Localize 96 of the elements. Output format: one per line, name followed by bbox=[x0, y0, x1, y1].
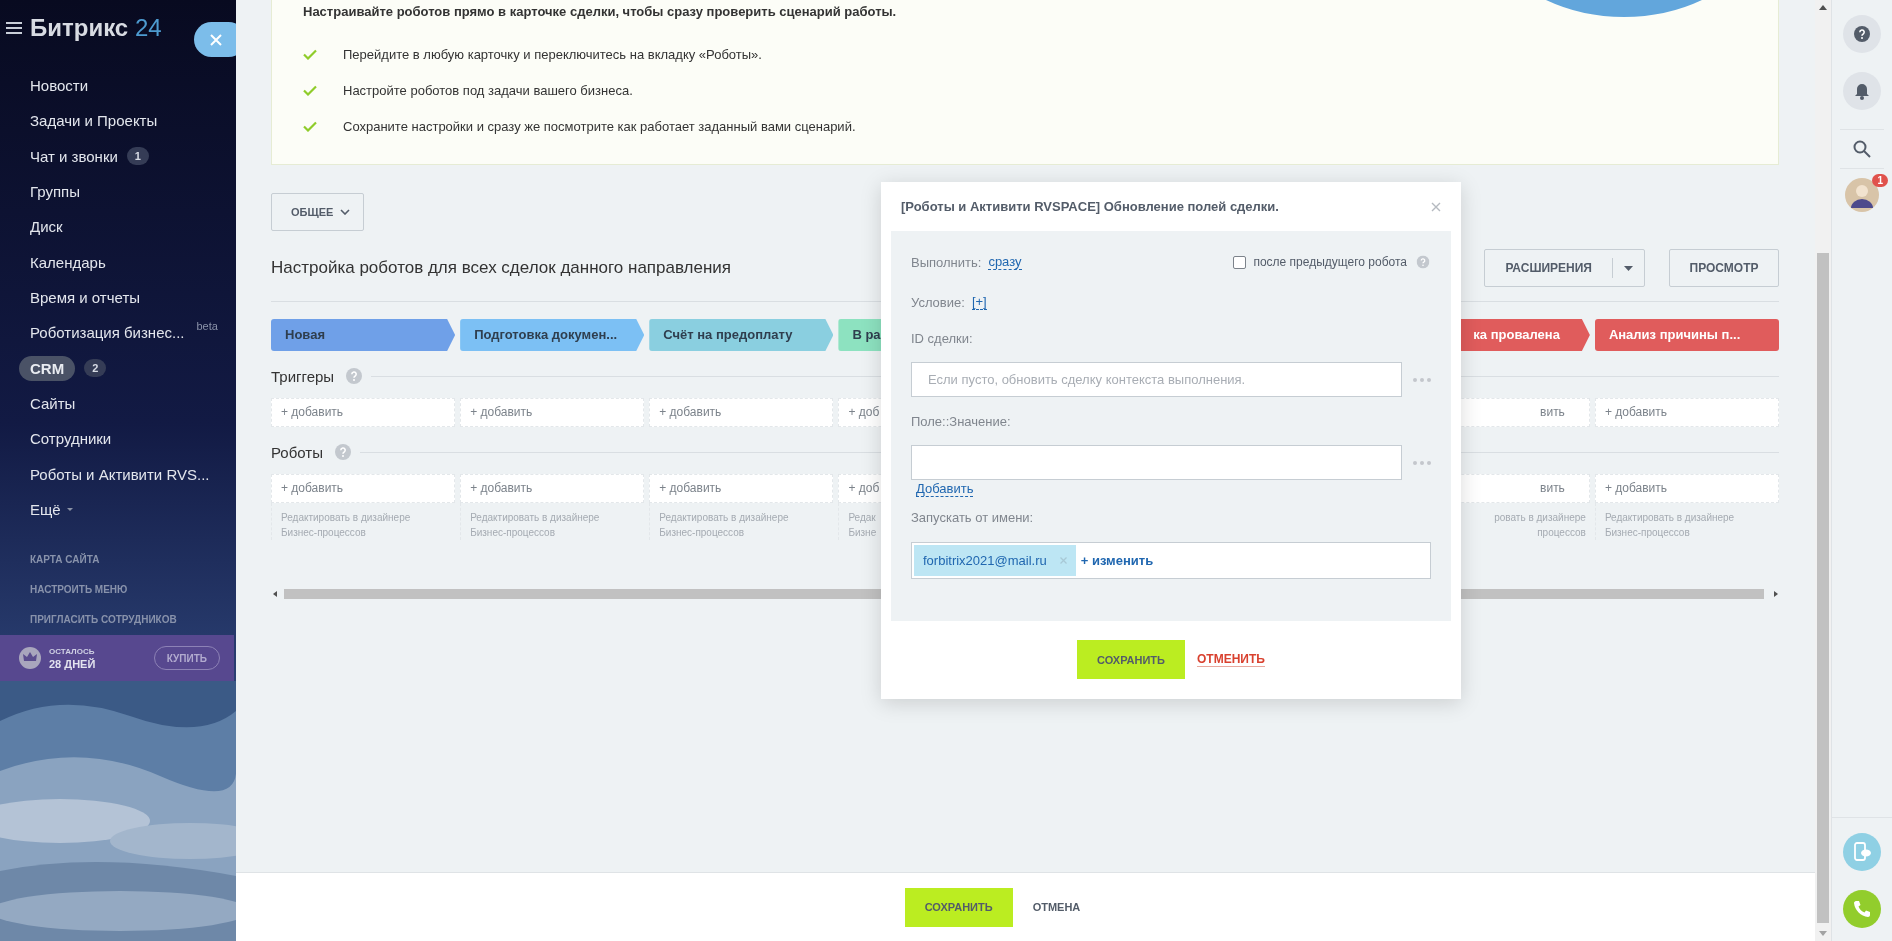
search-icon bbox=[1853, 140, 1871, 158]
sidebar-link[interactable]: ПРИГЛАСИТЬ СОТРУДНИКОВ bbox=[30, 604, 177, 635]
add-trigger-button[interactable]: + добавить bbox=[271, 398, 456, 427]
help-icon bbox=[1416, 255, 1430, 269]
help-icon bbox=[334, 444, 351, 460]
menu-item[interactable]: Сайты bbox=[30, 394, 76, 412]
page-heading: Настройка роботов для всех сделок данного направления bbox=[271, 258, 732, 278]
field-label: Выполнить: bbox=[911, 254, 982, 270]
input-field[interactable] bbox=[911, 445, 1402, 480]
menu-item[interactable]: CRM bbox=[19, 355, 76, 381]
phone-cloud-icon bbox=[1852, 842, 1872, 862]
chevron-icon bbox=[340, 209, 351, 215]
notification-badge: 1 bbox=[1872, 174, 1888, 187]
section-title: Триггеры bbox=[271, 367, 335, 385]
menu-item[interactable]: Задачи и Проекты bbox=[30, 112, 158, 130]
add-trigger-button[interactable]: + добавить bbox=[1594, 398, 1779, 427]
close-icon[interactable] bbox=[1431, 201, 1441, 212]
mobile-button[interactable] bbox=[1843, 833, 1881, 871]
check-icon bbox=[303, 84, 317, 96]
call-button[interactable] bbox=[1843, 890, 1881, 928]
close-icon bbox=[210, 33, 222, 46]
counter-badge: 1 bbox=[126, 147, 149, 166]
menu-item[interactable]: Календарь bbox=[30, 253, 106, 271]
hint-text: Редактировать в дизайнере Бизнес-процессов bbox=[649, 503, 834, 540]
menu-item[interactable]: Чат и звонки bbox=[30, 147, 118, 165]
menu-item[interactable]: Группы bbox=[30, 183, 80, 200]
extensions-button[interactable]: РАСШИРЕНИЯ bbox=[1484, 249, 1645, 287]
save-button[interactable]: СОХРАНИТЬ bbox=[904, 887, 1013, 927]
add-trigger-button[interactable]: + добавить bbox=[460, 398, 645, 427]
menu-item[interactable]: Новости bbox=[30, 77, 89, 95]
add-robot-button[interactable]: + добавить bbox=[1594, 474, 1779, 503]
menu-item[interactable]: Диск bbox=[30, 218, 63, 236]
change-link[interactable]: + изменить bbox=[1080, 553, 1154, 568]
stage-tab[interactable]: Счёт на предоплату bbox=[649, 319, 834, 351]
avatar-icon[interactable] bbox=[1845, 178, 1879, 212]
notifications-button[interactable] bbox=[1843, 72, 1881, 110]
input-field[interactable]: Если пусто, обновить сделку контекста выполнения. bbox=[911, 362, 1402, 397]
add-condition-link[interactable]: [+] bbox=[971, 294, 987, 310]
field-label: ID сделки: bbox=[911, 330, 974, 348]
view-button[interactable]: ПРОСМОТР bbox=[1669, 249, 1779, 287]
phone-icon bbox=[1852, 899, 1872, 919]
menu-item[interactable]: Роботы и Активити RVS... bbox=[30, 465, 210, 483]
menu-item[interactable]: Сотрудники bbox=[30, 430, 112, 448]
save-button[interactable]: СОХРАНИТЬ bbox=[1077, 640, 1185, 679]
user-email: forbitrix2021@mail.ru bbox=[923, 553, 1047, 568]
user-field[interactable]: forbitrix2021@mail.ru + изменить bbox=[911, 542, 1431, 579]
field-label: Условие: bbox=[911, 294, 965, 310]
menu-item[interactable]: Роботизация бизнес... bbox=[30, 324, 185, 342]
stage-tab[interactable]: Подготовка докумен... bbox=[460, 319, 645, 351]
intro-title: Настраивайте роботов прямо в карточке сделки, чтобы сразу проверить сценарий работы. bbox=[303, 4, 897, 21]
add-robot-button[interactable]: + добавить bbox=[271, 474, 456, 503]
checkbox-label: после предыдущего робота bbox=[1253, 255, 1407, 269]
section-title: Роботы bbox=[271, 443, 323, 461]
menu-item[interactable]: Ещё bbox=[30, 500, 61, 518]
caret-icon bbox=[65, 506, 74, 512]
run-mode-link[interactable]: сразу bbox=[988, 254, 1022, 270]
filter-button[interactable]: ОБЩЕЕ bbox=[271, 193, 365, 231]
step-text: Сохраните настройки и сразу же посмотрите как работает заданный вами сценарий. bbox=[343, 118, 856, 134]
counter-badge: 2 bbox=[84, 359, 107, 378]
add-robot-button[interactable]: + добавить bbox=[649, 474, 834, 503]
check-icon bbox=[303, 48, 317, 60]
help-icon bbox=[1854, 26, 1870, 42]
caret-icon[interactable] bbox=[1624, 265, 1633, 271]
menu-icon[interactable] bbox=[6, 20, 22, 35]
sidebar-link[interactable]: НАСТРОИТЬ МЕНЮ bbox=[30, 574, 128, 605]
cancel-button[interactable]: ОТМЕНА bbox=[1026, 897, 1087, 917]
beta-label: beta bbox=[196, 320, 218, 333]
bell-icon bbox=[1854, 82, 1870, 100]
remove-icon[interactable] bbox=[1059, 557, 1067, 564]
cancel-link[interactable]: ОТМЕНИТЬ bbox=[1197, 652, 1265, 667]
help-button[interactable] bbox=[1843, 15, 1881, 53]
step-text: Настройте роботов под задачи вашего бизнеса. bbox=[343, 82, 633, 98]
hint-text: Редактировать в дизайнере Бизнес-процессов bbox=[460, 503, 645, 540]
sidebar-link[interactable]: КАРТА САЙТА bbox=[30, 544, 100, 575]
menu-item[interactable]: Время и отчеты bbox=[30, 288, 141, 306]
more-icon[interactable] bbox=[1413, 377, 1431, 382]
add-link[interactable]: Добавить bbox=[916, 481, 974, 497]
trial-label: ОСТАЛОСЬ bbox=[49, 646, 96, 656]
checkbox[interactable] bbox=[1233, 255, 1247, 269]
add-trigger-button[interactable]: + добавить bbox=[649, 398, 834, 427]
field-label: Поле::Значение: bbox=[911, 413, 1012, 431]
help-icon bbox=[346, 368, 363, 384]
stage-tab[interactable]: Анализ причины п... bbox=[1594, 319, 1779, 351]
check-icon bbox=[303, 120, 317, 132]
trial-days: 28 ДНЕЙ bbox=[49, 657, 96, 670]
add-robot-button[interactable]: + добавить bbox=[460, 474, 645, 503]
step-text: Перейдите в любую карточку и переключитесь на вкладку «Роботы». bbox=[343, 46, 762, 62]
more-icon[interactable] bbox=[1413, 460, 1431, 465]
stage-tab[interactable]: Новая bbox=[271, 319, 456, 351]
crown-icon bbox=[19, 647, 41, 669]
dialog-title: [Роботы и Активити RVSPACE] Обновление полей сделки. bbox=[901, 199, 1279, 214]
hint-text: Редактировать в дизайнере Бизнес-процессов bbox=[1594, 503, 1779, 540]
logo: Битрикс bbox=[30, 13, 130, 42]
close-button[interactable] bbox=[194, 22, 236, 57]
hint-text: Редактировать в дизайнере Бизнес-процессов bbox=[271, 503, 456, 540]
logo-number: 24 bbox=[134, 13, 162, 42]
